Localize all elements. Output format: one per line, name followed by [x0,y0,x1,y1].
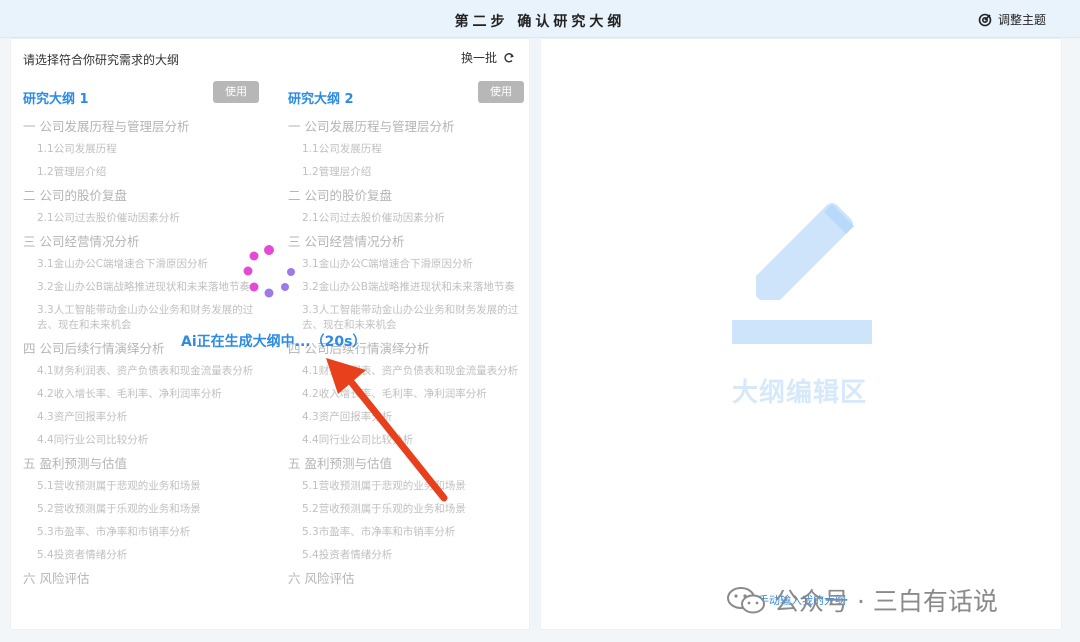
outline-subsection: 1.1公司发展历程 [37,143,117,155]
outline-subsection: 5.3市盈率、市净率和市销率分析 [302,526,456,538]
outline-subsection: 3.1金山办公C端增速合下滑原因分析 [37,258,209,270]
outline-subsection: 5.4投资者情绪分析 [37,549,128,561]
edit-pencil-icon [732,203,872,344]
refresh-icon [504,52,514,62]
outline-subsection: 3.2金山办公B端战略推进现状和未来落地节奏 [302,281,515,293]
outline-subsection: 4.1财务利润表、资产负债表和现金流量表分析 [37,365,254,377]
watermark-text: 公众号 · 三白有话说 [774,587,998,616]
outline-list: 一 公司发展历程与管理层分析 1.1公司发展历程 1.2管理层介绍二 公司的股价复盘… [288,115,524,590]
watermark: 公众号 · 三白有话说 [726,582,998,618]
outline-subsection: 4.4同行业公司比较分析 [37,434,149,446]
outline-subsection: 1.2管理层介绍 [37,166,107,178]
outline-edit-area-label: 大纲编辑区 [732,378,868,408]
outline-section-title: 一 公司发展历程与管理层分析 [288,119,455,134]
loading-status-text: Ai正在生成大纲中...（20s） [181,334,367,350]
outline-title: 研究大纲 1 [23,92,89,107]
loading-spinner-icon [243,245,295,298]
outline-subsection: 2.1公司过去股价催动因素分析 [302,212,445,224]
outline-section-title: 三 公司经营情况分析 [288,234,405,249]
outline-section-title: 六 风险评估 [23,571,90,586]
refresh-button[interactable]: 换一批 [461,49,515,66]
outline-subsection: 5.3市盈率、市净率和市销率分析 [37,526,191,538]
outline-list: 一 公司发展历程与管理层分析 1.1公司发展历程 1.2管理层介绍二 公司的股价复盘… [23,115,259,590]
adjust-theme-label: 调整主题 [997,13,1046,27]
outline-section-title: 六 风险评估 [288,571,355,586]
adjust-theme-button[interactable]: 调整主题 [978,11,1046,28]
outline-section-title: 一 公司发展历程与管理层分析 [23,119,190,134]
use-outline-1-button[interactable]: 使用 [213,81,259,103]
outline-subsection: 3.1金山办公C端增速合下滑原因分析 [302,258,474,270]
wechat-icon [727,587,765,614]
target-icon [978,13,992,26]
outline-subsection: 3.2金山办公B端战略推进现状和未来落地节奏 [37,281,250,293]
refresh-label: 换一批 [460,51,497,65]
outline-subsection: 1.1公司发展历程 [302,143,382,155]
outline-subsection: 5.4投资者情绪分析 [302,549,393,561]
use-outline-2-button[interactable]: 使用 [478,81,524,103]
outline-subsection: 2.1公司过去股价催动因素分析 [37,212,180,224]
outline-section-title: 五 盈利预测与估值 [23,456,127,471]
selection-prompt: 请选择符合你研究需求的大纲 [23,53,180,67]
outline-title: 研究大纲 2 [288,92,354,107]
outline-subsection: 5.2营收预测属于乐观的业务和场景 [37,503,201,515]
page-title: 第二步 确认研究大纲 [454,14,626,30]
outline-section-title: 二 公司的股价复盘 [288,188,392,203]
panel-divider[interactable] [532,38,538,630]
top-bar: 第二步 确认研究大纲 调整主题 [0,0,1080,38]
outline-subsection: 1.2管理层介绍 [302,166,372,178]
outline-section-title: 二 公司的股价复盘 [23,188,127,203]
outline-subsection: 5.1营收预测属于悲观的业务和场景 [37,480,201,492]
outline-subsection: 4.2收入增长率、毛利率、净利润率分析 [37,388,222,400]
red-arrow-annotation [326,358,448,502]
outline-section-title: 三 公司经营情况分析 [23,234,140,249]
outline-subsection: 4.3资产回报率分析 [37,411,128,423]
